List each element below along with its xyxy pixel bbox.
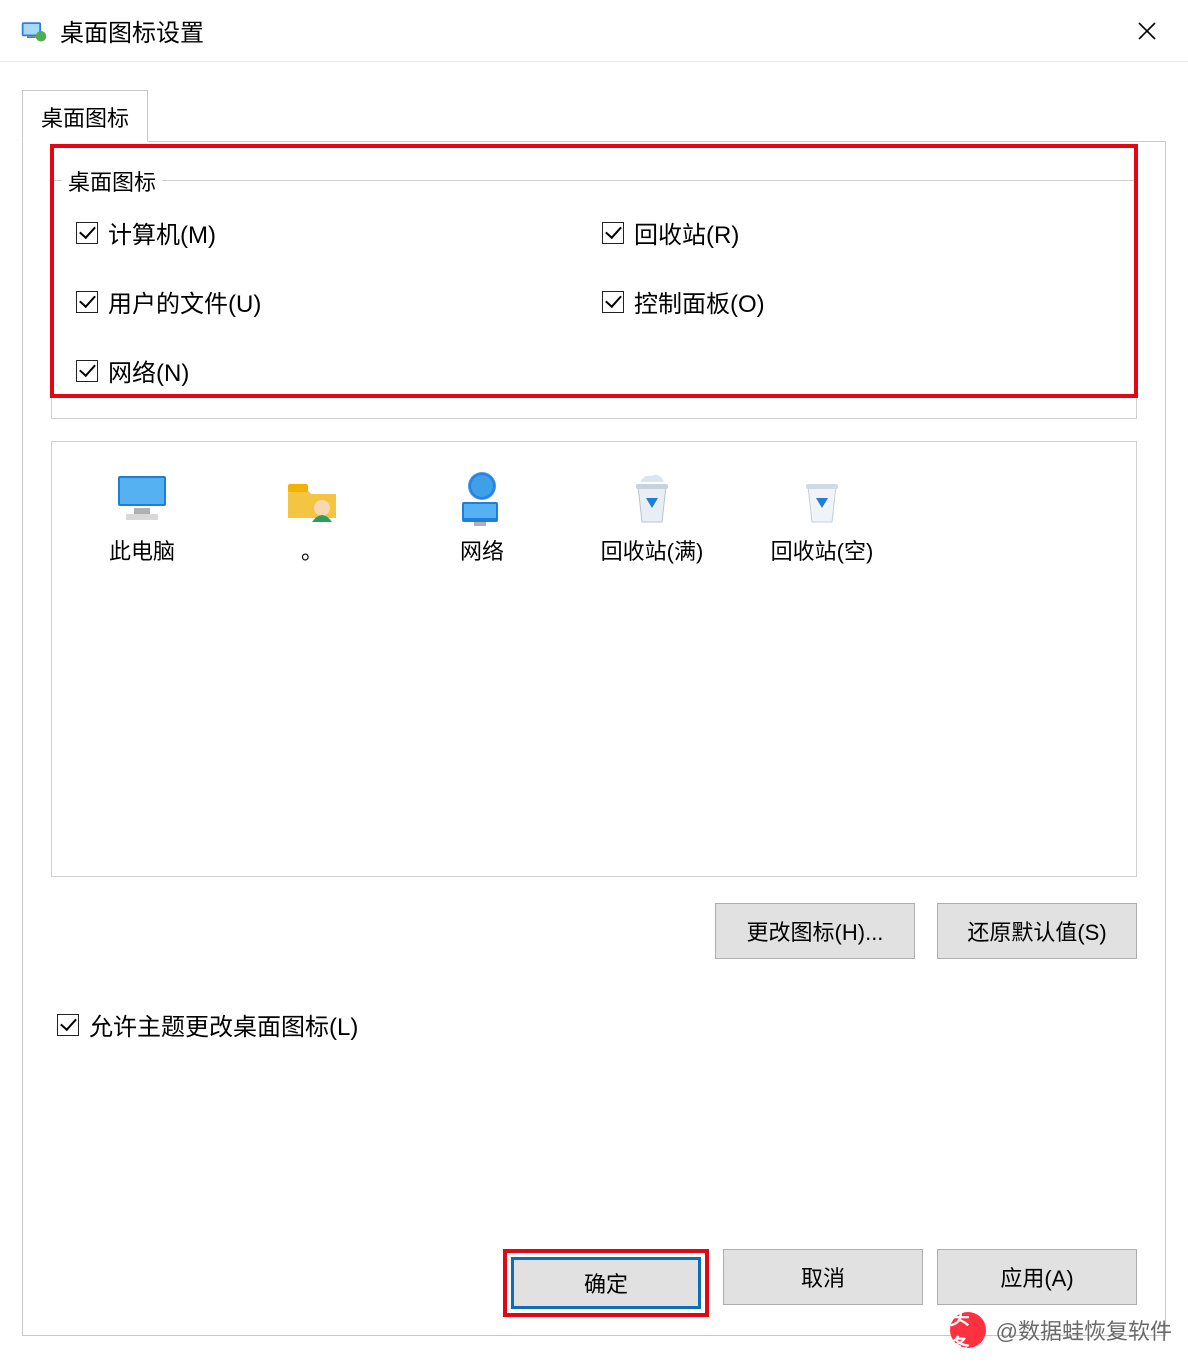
checkbox-icon (57, 1014, 79, 1036)
icon-label: 回收站(空) (742, 534, 902, 566)
close-button[interactable] (1124, 8, 1170, 54)
checkbox-label: 回收站(R) (634, 215, 739, 250)
checkbox-label: 网络(N) (108, 353, 189, 388)
user-folder-icon (232, 460, 392, 528)
restore-default-button[interactable]: 还原默认值(S) (937, 903, 1137, 959)
watermark: 头条 @数据蛙恢复软件 (950, 1312, 1172, 1348)
icon-label: 回收站(满) (572, 534, 732, 566)
app-icon (20, 17, 48, 45)
checkbox-allow-theme[interactable]: 允许主题更改桌面图标(L) (51, 1007, 1137, 1042)
checkbox-user-files[interactable]: 用户的文件(U) (76, 284, 592, 319)
icon-button-row: 更改图标(H)... 还原默认值(S) (51, 903, 1137, 959)
ok-highlight: 确定 (503, 1249, 709, 1317)
network-icon (402, 460, 562, 528)
icon-item-recycle-full[interactable]: 回收站(满) (572, 460, 732, 566)
desktop-icons-groupbox: 桌面图标 计算机(M) 回收站(R) 用户的文件(U) 控制面板(O) 网络(N… (51, 180, 1137, 419)
recycle-full-icon (572, 460, 732, 528)
checkbox-icon (76, 291, 98, 313)
icon-label: 网络 (402, 534, 562, 566)
tab-strip: 桌面图标 (0, 62, 1188, 142)
icon-label: 此电脑 (62, 534, 222, 566)
change-icon-button[interactable]: 更改图标(H)... (715, 903, 915, 959)
checkbox-control-panel[interactable]: 控制面板(O) (602, 284, 1118, 319)
checkbox-icon (76, 222, 98, 244)
checkbox-grid: 计算机(M) 回收站(R) 用户的文件(U) 控制面板(O) 网络(N) (70, 215, 1118, 388)
window-title: 桌面图标设置 (60, 13, 1124, 48)
checkbox-computer[interactable]: 计算机(M) (76, 215, 592, 250)
icon-preview-list: 此电脑 。 网络 回收站(满) 回收站(空) (51, 441, 1137, 877)
monitor-icon (62, 460, 222, 528)
tab-desktop-icons[interactable]: 桌面图标 (22, 90, 148, 142)
cancel-button[interactable]: 取消 (723, 1249, 923, 1305)
icon-item-user[interactable]: 。 (232, 460, 392, 566)
icon-label: 。 (232, 534, 392, 566)
checkbox-label: 允许主题更改桌面图标(L) (89, 1007, 358, 1042)
tab-panel: 桌面图标 计算机(M) 回收站(R) 用户的文件(U) 控制面板(O) 网络(N… (22, 141, 1166, 1336)
checkbox-icon (76, 360, 98, 382)
recycle-empty-icon (742, 460, 902, 528)
titlebar: 桌面图标设置 (0, 0, 1188, 62)
icon-item-recycle-empty[interactable]: 回收站(空) (742, 460, 902, 566)
apply-button[interactable]: 应用(A) (937, 1249, 1137, 1305)
checkbox-icon (602, 222, 624, 244)
watermark-badge-icon: 头条 (950, 1312, 986, 1348)
checkbox-recycle-bin[interactable]: 回收站(R) (602, 215, 1118, 250)
icon-item-thispc[interactable]: 此电脑 (62, 460, 222, 566)
checkbox-label: 用户的文件(U) (108, 284, 261, 319)
checkbox-label: 计算机(M) (108, 215, 216, 250)
groupbox-legend: 桌面图标 (62, 165, 162, 197)
ok-button[interactable]: 确定 (511, 1257, 701, 1309)
checkbox-network[interactable]: 网络(N) (76, 353, 592, 388)
watermark-text: @数据蛙恢复软件 (996, 1314, 1172, 1346)
icon-item-network[interactable]: 网络 (402, 460, 562, 566)
checkbox-icon (602, 291, 624, 313)
checkbox-label: 控制面板(O) (634, 284, 765, 319)
